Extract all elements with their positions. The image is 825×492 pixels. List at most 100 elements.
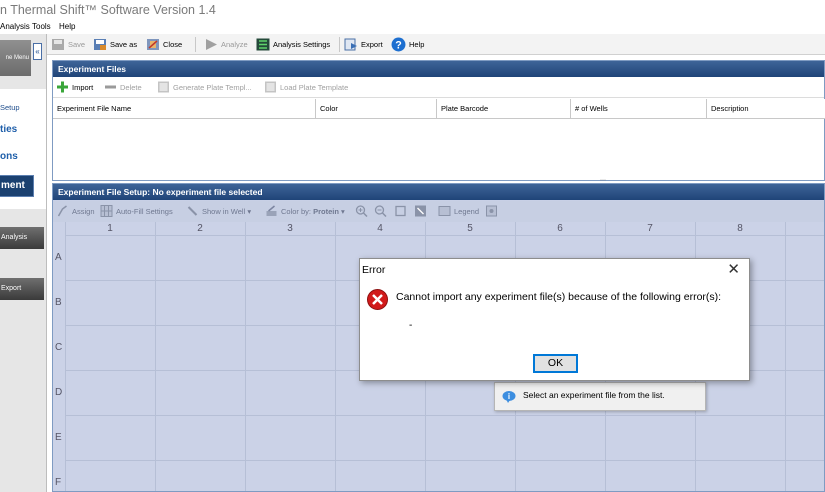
color-by-label: Color by: [281,207,312,216]
toolbar-separator [195,37,196,52]
autofill-label: Auto-Fill Settings [116,207,173,216]
show-in-well-dropdown[interactable]: Show in Well ▾ [186,205,251,219]
analyze-button[interactable]: Analyze [204,37,248,52]
tooltip-text: Select an experiment file from the list. [523,390,665,400]
window-titlebar: n Thermal Shift™ Software Version 1.4 [0,0,825,22]
nav-link-properties[interactable]: ties [0,124,17,135]
dialog-close-button[interactable]: ✕ [727,260,740,278]
assign-icon [57,205,67,217]
grid-line [785,222,786,491]
ok-button[interactable]: OK [533,354,578,373]
settings-icon [486,205,497,217]
import-label: Import [72,83,94,92]
autofill-settings-button[interactable]: Auto-Fill Settings [100,205,173,219]
plus-icon [57,81,68,93]
help-label: Help [409,40,425,49]
play-icon [206,38,217,50]
save-as-icon [94,38,106,50]
import-button[interactable]: Import [56,81,93,95]
grid-line [65,415,824,416]
dialog-title: Error [362,264,386,276]
collapse-panel-button[interactable]: « [33,43,42,60]
grid-line [335,222,336,491]
nav-link-setup[interactable]: Setup [0,103,20,112]
column-header-color[interactable]: Color [316,99,437,119]
color-by-dropdown[interactable]: Color by: Protein ▾ [265,205,345,219]
info-tooltip: i Select an experiment file from the lis… [494,382,706,411]
grid-line [65,460,824,461]
main-toolbar: Save Save as Close Analyze Analysis Sett… [47,34,825,55]
column-header-num-wells[interactable]: # of Wells [571,99,707,119]
menu-analysis[interactable]: Analysis [0,22,30,31]
experiment-files-panel: Experiment Files Import Delete Generate … [52,60,825,181]
nav-export-button[interactable]: Export [0,278,44,300]
error-icon [367,289,388,310]
plate-column-label: 8 [737,223,743,234]
settings-button[interactable] [485,205,501,219]
plate-row-label: B [55,297,62,308]
analysis-settings-button[interactable]: Analysis Settings [256,37,330,52]
grid-line [65,235,824,236]
menu-help[interactable]: Help [59,22,75,31]
nav-analysis-button[interactable]: Analysis [0,227,44,249]
zoom-in-icon [355,205,368,218]
close-file-icon [147,38,159,50]
fit-to-window-button[interactable] [394,205,410,219]
legend-label: Legend [454,207,480,216]
save-button[interactable]: Save [51,37,85,52]
grid-line [65,222,66,491]
setup-toolbar: Assign Auto-Fill Settings Show in Well ▾… [53,201,824,222]
app-title: n Thermal Shift™ Software Version 1.4 [0,3,216,17]
grid-line [155,222,156,491]
plate-row-label: E [55,432,62,443]
plate-column-label: 3 [287,223,293,234]
delete-label: Delete [120,83,142,92]
help-button[interactable]: ? Help [391,37,424,52]
nav-link-experiment-active[interactable]: ment [0,175,34,197]
column-header-file-name[interactable]: Experiment File Name [53,99,316,119]
export-icon [344,38,357,51]
assign-button[interactable]: Assign [56,205,95,219]
plate-column-label: 2 [197,223,203,234]
analyze-label: Analyze [221,40,248,49]
plate-column-label: 5 [467,223,473,234]
grid-icon [100,205,113,218]
export-label: Export [361,40,383,49]
column-header-description[interactable]: Description [707,99,825,119]
save-as-button[interactable]: Save as [93,37,137,52]
analysis-settings-label: Analysis Settings [273,40,331,49]
legend-icon [438,206,451,217]
zoom-in-button[interactable] [355,205,371,219]
toolbar-separator [339,37,340,52]
export-button[interactable]: Export [344,37,383,52]
chevron-down-icon: ▾ [247,207,252,216]
expand-button[interactable] [414,205,430,219]
zoom-out-icon [374,205,387,218]
checklist-icon [256,38,270,51]
chevron-down-icon: ▾ [341,207,345,216]
plate-column-label: 7 [647,223,653,234]
plate-column-label: 6 [557,223,563,234]
nav-link-conditions[interactable]: ons [0,151,18,162]
expand-icon [415,205,426,217]
minus-icon [105,85,116,89]
delete-button[interactable]: Delete [104,81,142,95]
column-header-plate-barcode[interactable]: Plate Barcode [437,99,571,119]
plate-row-label: C [55,342,63,353]
generate-plate-template-button[interactable]: Generate Plate Templ... [157,81,252,95]
load-plate-template-button[interactable]: Load Plate Template [264,81,348,95]
plate-row-label: D [55,387,63,398]
menu-bar: Analysis Tools Help [0,22,825,34]
plate-template-icon [158,81,169,93]
menu-tools[interactable]: Tools [32,22,51,31]
close-button[interactable]: Close [146,37,182,52]
brush-icon [187,206,198,216]
save-icon [52,38,64,50]
assign-label: Assign [72,207,95,216]
legend-button[interactable]: Legend [438,205,479,219]
experiment-files-toolbar: Import Delete Generate Plate Templ... Lo… [53,78,824,98]
nav-menu-header: ne Menu [0,40,31,76]
close-label: Close [163,40,183,49]
dialog-error-detail: - [409,320,413,331]
zoom-out-button[interactable] [374,205,390,219]
